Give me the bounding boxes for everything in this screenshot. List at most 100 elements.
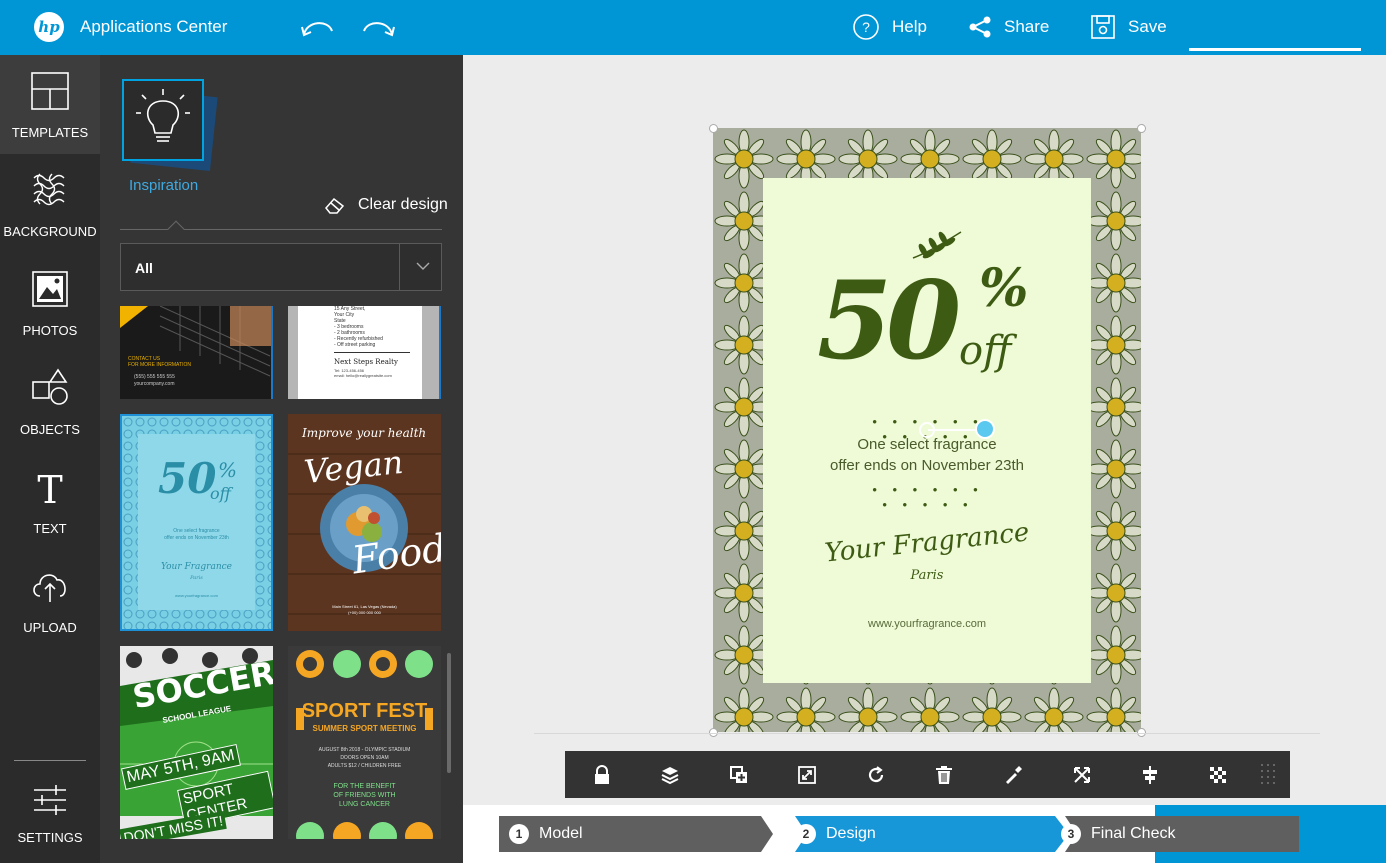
share-icon [969, 16, 991, 38]
chevron-down-icon[interactable] [415, 258, 431, 274]
nav-photos-label: PHOTOS [22, 323, 78, 338]
clear-design-label: Clear design [358, 196, 448, 213]
step-design-label: Design [826, 825, 876, 842]
redo-button[interactable] [360, 13, 396, 41]
step-model-label: Model [539, 825, 583, 842]
duplicate-icon [730, 766, 747, 783]
lightbulb-icon [136, 89, 190, 142]
eyedropper-button[interactable] [1000, 762, 1026, 788]
share-label: Share [1004, 17, 1050, 36]
hp-logo[interactable]: hp [34, 12, 64, 42]
rotate-icon [868, 766, 884, 783]
template-thumb-soccer[interactable]: SOCCER SCHOOL LEAGUE MAY 5TH, 9AM SPORT … [120, 646, 273, 839]
nav-objects[interactable]: OBJECTS [0, 352, 100, 451]
flyer-brand[interactable]: Your Fragrance [762, 511, 1091, 575]
template-thumb-real-estate[interactable]: CONTACT US FOR MORE INFORMATION (555) 555… [120, 306, 273, 399]
layers-button[interactable] [657, 762, 683, 788]
flyer-off[interactable]: off [959, 328, 1011, 374]
category-filter-select[interactable]: All [120, 243, 442, 291]
layers-icon [661, 767, 679, 785]
thumb2-page: 15 Any Street, Your City State - 3 bedrooms… [298, 306, 422, 399]
align-button[interactable] [1137, 762, 1163, 788]
lock-button[interactable] [589, 762, 615, 788]
toolbar-drag-handle[interactable] [1255, 762, 1281, 788]
nav-upload-label: UPLOAD [23, 620, 77, 635]
template-thumb-realty[interactable]: 15 Any Street, Your City State - 3 bedrooms… [288, 306, 441, 399]
thumb2-contact: Tel: 123-456-456 email: hello@reallygreat… [334, 368, 392, 378]
undo-icon [301, 22, 333, 37]
filter-value: All [135, 260, 153, 276]
step-final-check-label: Final Check [1091, 825, 1176, 842]
leaf-sprig-icon [912, 231, 962, 259]
step-final-check[interactable]: 3 Final Check [1061, 816, 1175, 852]
delete-icon [936, 766, 952, 784]
resize-handle-top-left[interactable] [709, 124, 718, 133]
template-thumbnails: CONTACT US FOR MORE INFORMATION (555) 555… [120, 306, 450, 839]
flyer-offer-line2[interactable]: offer ends on November 23th [763, 457, 1091, 474]
thumb2-company: Next Steps Realty [334, 358, 398, 366]
svg-text:?: ? [862, 19, 870, 35]
nav-objects-label: OBJECTS [20, 422, 80, 437]
thumb3-off: off [210, 484, 231, 503]
rotation-handle-knob[interactable] [975, 419, 995, 439]
flyer-big-50[interactable]: 50 [817, 258, 961, 384]
resize-button[interactable] [794, 762, 820, 788]
panel-caret [167, 220, 185, 238]
flyer-brand-sub[interactable]: Paris [763, 568, 1091, 583]
thumb1-contact-lines: (555) 555 555 555 yourcompany.com [134, 374, 175, 387]
panel-scrollbar[interactable] [447, 653, 451, 773]
thumb2-select-bar [439, 306, 441, 399]
photos-icon [32, 271, 68, 307]
undo-button[interactable] [300, 13, 336, 41]
background-icon [33, 173, 65, 206]
save-button[interactable]: Save [1090, 13, 1167, 41]
delete-button[interactable] [931, 762, 957, 788]
upload-icon [33, 574, 66, 602]
thumb4-address: Main Street 61, Las Vegas (Nevada) (+00) … [332, 604, 397, 615]
app-title[interactable]: Applications Center [80, 17, 227, 37]
thumb6-title: SPORT FEST [301, 700, 428, 722]
nav-upload[interactable]: UPLOAD [0, 550, 100, 649]
nav-settings[interactable]: SETTINGS [0, 764, 100, 863]
template-thumb-sportfest[interactable]: SPORT FEST SUMMER SPORT MEETING AUGUST 8… [288, 646, 441, 839]
resize-handle-top-right[interactable] [1137, 124, 1146, 133]
thumb2-rule [334, 352, 410, 353]
share-button[interactable]: Share [968, 13, 1049, 41]
flyer-canvas[interactable]: 50 % off • • • • • • • • • • • One selec… [713, 128, 1141, 732]
nav-separator [14, 760, 86, 761]
step-model[interactable]: 1 Model [509, 816, 583, 852]
step-final-check-number: 3 [1061, 824, 1081, 844]
inspiration-label[interactable]: Inspiration [129, 177, 198, 194]
left-nav: TEMPLATES BACKGROUND PHOTOS OBJECTS T TE… [0, 55, 100, 863]
thumb4-headline: Improve your health [302, 426, 427, 440]
thumb6-benefit: FOR THE BENEFIT OF FRIENDS WITH LUNG CANCE… [333, 783, 396, 808]
nav-text[interactable]: T TEXT [0, 451, 100, 550]
step-model-number: 1 [509, 824, 529, 844]
text-icon: T [37, 468, 62, 507]
flyer-card[interactable]: 50 % off • • • • • • • • • • • One selec… [763, 178, 1091, 683]
nav-photos[interactable]: PHOTOS [0, 253, 100, 352]
duplicate-button[interactable] [726, 762, 752, 788]
thumb2-address: 15 Any Street, Your City State - 3 bedrooms… [334, 306, 383, 348]
settings-sliders-icon [34, 785, 66, 815]
rotate-button[interactable] [863, 762, 889, 788]
objects-icon [32, 368, 68, 405]
nav-background[interactable]: BACKGROUND [0, 154, 100, 253]
thumb6-sub: SUMMER SPORT MEETING [312, 724, 417, 733]
inspiration-card[interactable] [122, 79, 204, 161]
help-button[interactable]: ? Help [852, 13, 927, 41]
flyer-url[interactable]: www.yourfragrance.com [763, 618, 1091, 630]
flip-button[interactable] [1069, 762, 1095, 788]
top-bar: hp Applications Center ? Help Share Save [0, 0, 1386, 55]
templates-icon [31, 72, 69, 110]
rotation-handle-origin [919, 422, 935, 438]
flyer-percent[interactable]: % [979, 258, 1028, 319]
step-design[interactable]: 2 Design [796, 816, 876, 852]
template-thumb-fragrance[interactable]: 50 % off One select fragrance offer ends … [120, 414, 273, 631]
transparency-button[interactable] [1205, 762, 1231, 788]
template-thumb-vegan[interactable]: Improve your health Vegan Food Main Stre… [288, 414, 441, 631]
nav-text-label: TEXT [33, 521, 67, 536]
nav-templates[interactable]: TEMPLATES [0, 55, 100, 154]
clear-design-button[interactable]: Clear design [324, 196, 448, 214]
flyer-offer-line1[interactable]: One select fragrance [763, 436, 1091, 453]
